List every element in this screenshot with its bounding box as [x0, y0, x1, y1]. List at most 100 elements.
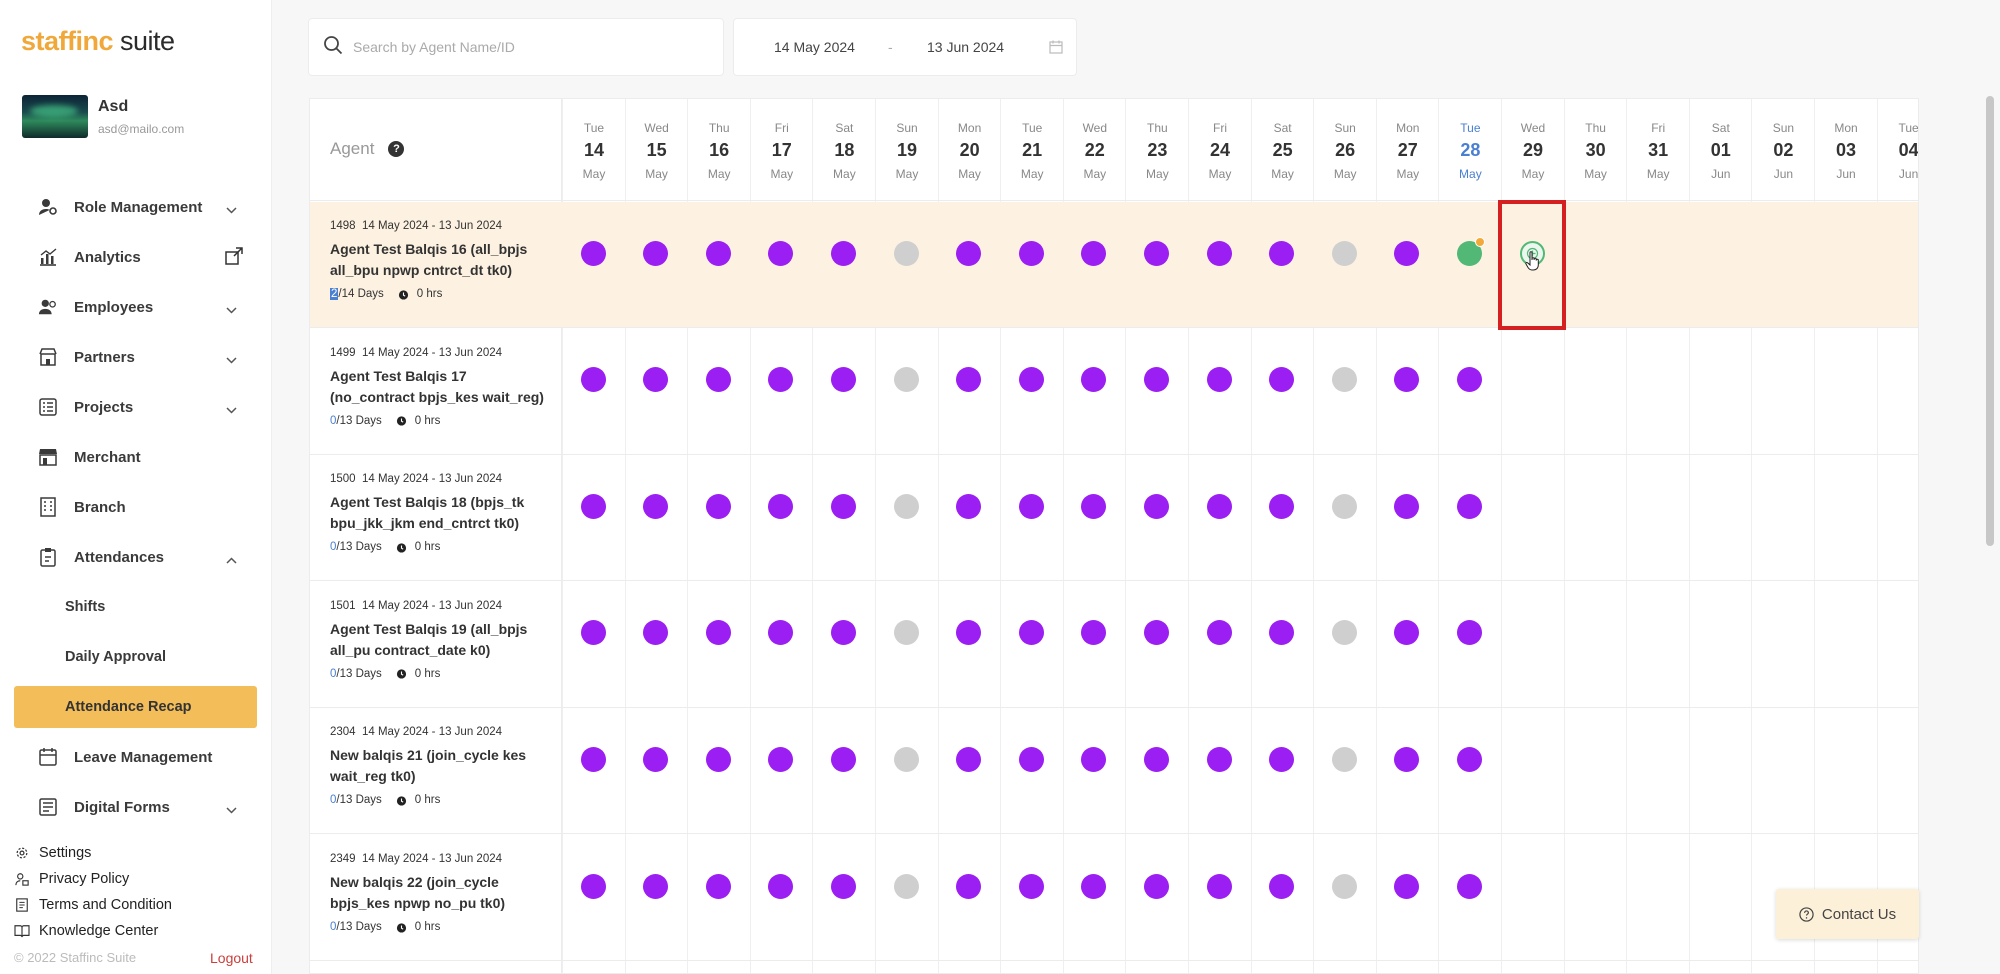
attendance-present-dot[interactable]	[830, 367, 856, 393]
attendance-present-dot[interactable]	[1394, 493, 1420, 519]
attendance-present-dot[interactable]	[768, 620, 794, 646]
attendance-present-dot[interactable]	[1269, 367, 1295, 393]
attendance-present-dot[interactable]	[1018, 873, 1044, 899]
sidebar-item-digital-forms[interactable]: Digital Forms	[14, 782, 257, 832]
attendance-present-dot[interactable]	[705, 873, 731, 899]
attendance-present-dot[interactable]	[1269, 746, 1295, 772]
attendance-present-dot[interactable]	[768, 367, 794, 393]
sidebar-item-shifts[interactable]: Shifts	[14, 582, 257, 632]
attendance-present-dot[interactable]	[830, 746, 856, 772]
table-row[interactable]: 2349 14 May 2024 - 13 Jun 2024 New balqis…	[310, 835, 1918, 961]
attendance-present-dot[interactable]	[1081, 873, 1107, 899]
attendance-present-dot[interactable]	[1081, 493, 1107, 519]
attendance-present-dot[interactable]	[830, 493, 856, 519]
attendance-present-dot[interactable]	[1206, 240, 1232, 266]
attendance-present-dot[interactable]	[580, 240, 606, 266]
contact-us-button[interactable]: Contact Us	[1776, 889, 1919, 939]
attendance-present-dot[interactable]	[830, 240, 856, 266]
search-input[interactable]	[353, 39, 693, 55]
attendance-present-dot[interactable]	[1081, 240, 1107, 266]
attendance-present-dot[interactable]	[1206, 367, 1232, 393]
attendance-present-dot[interactable]	[956, 620, 982, 646]
chevron-down-icon[interactable]	[226, 801, 237, 818]
attendance-present-dot[interactable]	[1018, 493, 1044, 519]
attendance-present-dot[interactable]	[705, 240, 731, 266]
user-profile[interactable]: Asd asd@mailo.com	[22, 95, 184, 138]
attendance-off-dot[interactable]	[893, 493, 919, 519]
attendance-off-dot[interactable]	[1331, 240, 1357, 266]
attendance-present-dot[interactable]	[705, 746, 731, 772]
attendance-present-dot[interactable]	[643, 746, 669, 772]
attendance-present-dot[interactable]	[643, 367, 669, 393]
sidebar-item-employees[interactable]: Employees	[14, 282, 257, 332]
sidebar-item-daily-approval[interactable]: Daily Approval	[14, 632, 257, 682]
external-link-icon[interactable]	[225, 247, 243, 269]
attendance-present-dot[interactable]	[643, 620, 669, 646]
attendance-present-dot[interactable]	[768, 493, 794, 519]
attendance-present-dot[interactable]	[768, 873, 794, 899]
attendance-present-dot[interactable]	[1206, 873, 1232, 899]
date-range-picker[interactable]: 14 May 2024 - 13 Jun 2024	[733, 18, 1077, 76]
scrollbar[interactable]	[1986, 96, 1994, 546]
attendance-off-dot[interactable]	[1331, 873, 1357, 899]
sidebar-item-role-management[interactable]: Role Management	[14, 182, 257, 232]
app-logo[interactable]: staffinc suite	[21, 26, 175, 57]
attendance-present-dot[interactable]	[1143, 746, 1169, 772]
attendance-present-dot[interactable]	[1206, 746, 1232, 772]
attendance-present-dot[interactable]	[1018, 746, 1044, 772]
attendance-present-dot[interactable]	[1081, 746, 1107, 772]
attendance-present-dot[interactable]	[1269, 873, 1295, 899]
attendance-present-dot[interactable]	[956, 746, 982, 772]
table-row[interactable]: 2304 14 May 2024 - 13 Jun 2024 New balqis…	[310, 708, 1918, 835]
attendance-present-dot[interactable]	[1456, 493, 1482, 519]
table-row[interactable]: 1498 14 May 2024 - 13 Jun 2024 Agent Test…	[310, 200, 1918, 330]
attendance-present-dot[interactable]	[643, 493, 669, 519]
attendance-present-dot[interactable]	[1143, 873, 1169, 899]
attendance-off-dot[interactable]	[893, 620, 919, 646]
attendance-present-dot[interactable]	[1206, 493, 1232, 519]
sidebar-item-attendances[interactable]: Attendances	[14, 532, 257, 582]
attendance-present-dot[interactable]	[1394, 746, 1420, 772]
attendance-present-dot[interactable]	[1143, 240, 1169, 266]
attendance-present-dot[interactable]	[830, 873, 856, 899]
attendance-present-dot[interactable]	[705, 367, 731, 393]
attendance-off-dot[interactable]	[1331, 367, 1357, 393]
chevron-down-icon[interactable]	[226, 301, 237, 318]
attendance-present-dot[interactable]	[705, 493, 731, 519]
attendance-present-dot[interactable]	[768, 240, 794, 266]
table-row[interactable]: 1501 14 May 2024 - 13 Jun 2024 Agent Test…	[310, 582, 1918, 708]
attendance-off-dot[interactable]	[893, 240, 919, 266]
search-field[interactable]	[308, 18, 724, 76]
attendance-present-dot[interactable]	[1394, 620, 1420, 646]
sidebar-item-partners[interactable]: Partners	[14, 332, 257, 382]
attendance-present-dot[interactable]	[1269, 493, 1295, 519]
attendance-present-dot[interactable]	[643, 873, 669, 899]
attendance-present-dot[interactable]	[643, 240, 669, 266]
attendance-present-dot[interactable]	[956, 873, 982, 899]
attendance-present-dot[interactable]	[1018, 240, 1044, 266]
table-row[interactable]: 1499 14 May 2024 - 13 Jun 2024 Agent Test…	[310, 329, 1918, 455]
attendance-present-dot[interactable]	[830, 620, 856, 646]
attendance-present-dot[interactable]	[1269, 240, 1295, 266]
sidebar-item-branch[interactable]: Branch	[14, 482, 257, 532]
attendance-present-dot[interactable]	[1143, 367, 1169, 393]
attendance-present-dot[interactable]	[768, 746, 794, 772]
sidebar-item-leave-management[interactable]: Leave Management	[14, 732, 257, 782]
logout-button[interactable]: Logout	[210, 950, 253, 966]
chevron-up-icon[interactable]	[226, 551, 237, 568]
sidebar-item-projects[interactable]: Projects	[14, 382, 257, 432]
agent-name[interactable]: New balqis 21 (join_cycle kes wait_reg t…	[330, 745, 550, 787]
attendance-present-dot[interactable]	[1269, 620, 1295, 646]
attendance-off-dot[interactable]	[893, 746, 919, 772]
chevron-down-icon[interactable]	[226, 351, 237, 368]
attendance-present-dot[interactable]	[956, 367, 982, 393]
chevron-down-icon[interactable]	[226, 201, 237, 218]
agent-name[interactable]: Agent Test Balqis 19 (all_bpjs all_pu co…	[330, 619, 550, 661]
attendance-present-dot[interactable]	[1018, 367, 1044, 393]
attendance-present-dot[interactable]	[705, 620, 731, 646]
attendance-present-dot[interactable]	[1394, 240, 1420, 266]
attendance-present-dot[interactable]	[1394, 873, 1420, 899]
calendar-icon[interactable]	[1049, 40, 1063, 57]
attendance-present-dot[interactable]	[1143, 493, 1169, 519]
attendance-present-dot[interactable]	[1081, 367, 1107, 393]
